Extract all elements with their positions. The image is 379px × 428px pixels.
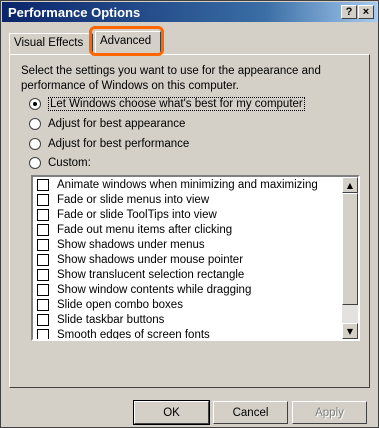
checkbox[interactable] [37,328,49,339]
list-item-label: Show shadows under menus [57,238,205,251]
list-item[interactable]: Slide open combo boxes [33,297,358,312]
radio-unselected-icon [29,157,41,169]
list-item[interactable]: Show window contents while dragging [33,282,358,297]
window-title: Performance Options [8,5,141,20]
list-item[interactable]: Slide taskbar buttons [33,312,358,327]
scroll-up-arrow-icon[interactable]: ▲ [342,177,358,193]
checkbox[interactable] [37,178,49,191]
title-bar[interactable]: Performance Options ? × [2,2,377,22]
list-item[interactable]: Show shadows under menus [33,237,358,252]
list-item[interactable]: Fade or slide ToolTips into view [33,207,358,222]
list-item[interactable]: Show shadows under mouse pointer [33,252,358,267]
list-item[interactable]: Show translucent selection rectangle [33,267,358,282]
help-button[interactable]: ? [341,5,357,19]
list-item[interactable]: Fade out menu items after clicking [33,222,358,237]
list-item-label: Show shadows under mouse pointer [57,253,244,266]
radio-let-windows-choose[interactable]: Let Windows choose what's best for my co… [29,96,305,112]
scrollbar-thumb[interactable] [342,193,358,305]
checkbox[interactable] [37,268,49,281]
radio-label: Adjust for best appearance [48,118,186,130]
radio-selected-icon [29,98,41,110]
radio-label: Adjust for best performance [48,138,190,150]
list-item-label: Fade or slide ToolTips into view [57,208,217,221]
checkbox[interactable] [37,208,49,221]
radio-best-performance[interactable]: Adjust for best performance [29,136,189,152]
scroll-down-arrow-icon[interactable]: ▼ [342,323,358,339]
list-item-label: Smooth edges of screen fonts [57,328,210,341]
checkbox[interactable] [37,298,49,311]
visual-effects-list[interactable]: Animate windows when minimizing and maxi… [31,175,360,341]
list-item-label: Show window contents while dragging [57,283,252,296]
close-button[interactable]: × [358,5,374,19]
radio-custom[interactable]: Custom: [29,155,91,171]
apply-button[interactable]: Apply [292,401,367,424]
radio-label: Let Windows choose what's best for my co… [48,97,305,111]
list-item[interactable]: Fade or slide menus into view [33,192,358,207]
ok-button[interactable]: OK [133,400,210,425]
list-item-label: Animate windows when minimizing and maxi… [57,178,318,191]
list-item-label: Slide open combo boxes [57,298,183,311]
list-item[interactable]: Animate windows when minimizing and maxi… [33,177,358,192]
list-item-label: Fade out menu items after clicking [57,223,233,236]
checkbox[interactable] [37,223,49,236]
checkbox[interactable] [37,283,49,296]
checkbox[interactable] [37,238,49,251]
list-item[interactable]: Smooth edges of screen fonts [33,327,358,341]
cancel-button[interactable]: Cancel [213,401,288,424]
checkbox[interactable] [37,253,49,266]
radio-best-appearance[interactable]: Adjust for best appearance [29,116,185,132]
advanced-tab-highlight [89,26,164,56]
list-item-label: Show translucent selection rectangle [57,268,245,281]
radio-label: Custom: [48,157,91,169]
checkbox[interactable] [37,193,49,206]
vertical-scrollbar[interactable]: ▲ ▼ [342,177,358,339]
tab-visual-effects[interactable]: Visual Effects [9,33,93,54]
checkbox[interactable] [37,313,49,326]
performance-options-window: Performance Options ? × Visual Effects A… [0,0,379,428]
list-item-label: Fade or slide menus into view [57,193,210,206]
radio-unselected-icon [29,138,41,150]
description-text: Select the settings you want to use for … [21,65,321,92]
list-item-label: Slide taskbar buttons [57,313,165,326]
radio-unselected-icon [29,118,41,130]
